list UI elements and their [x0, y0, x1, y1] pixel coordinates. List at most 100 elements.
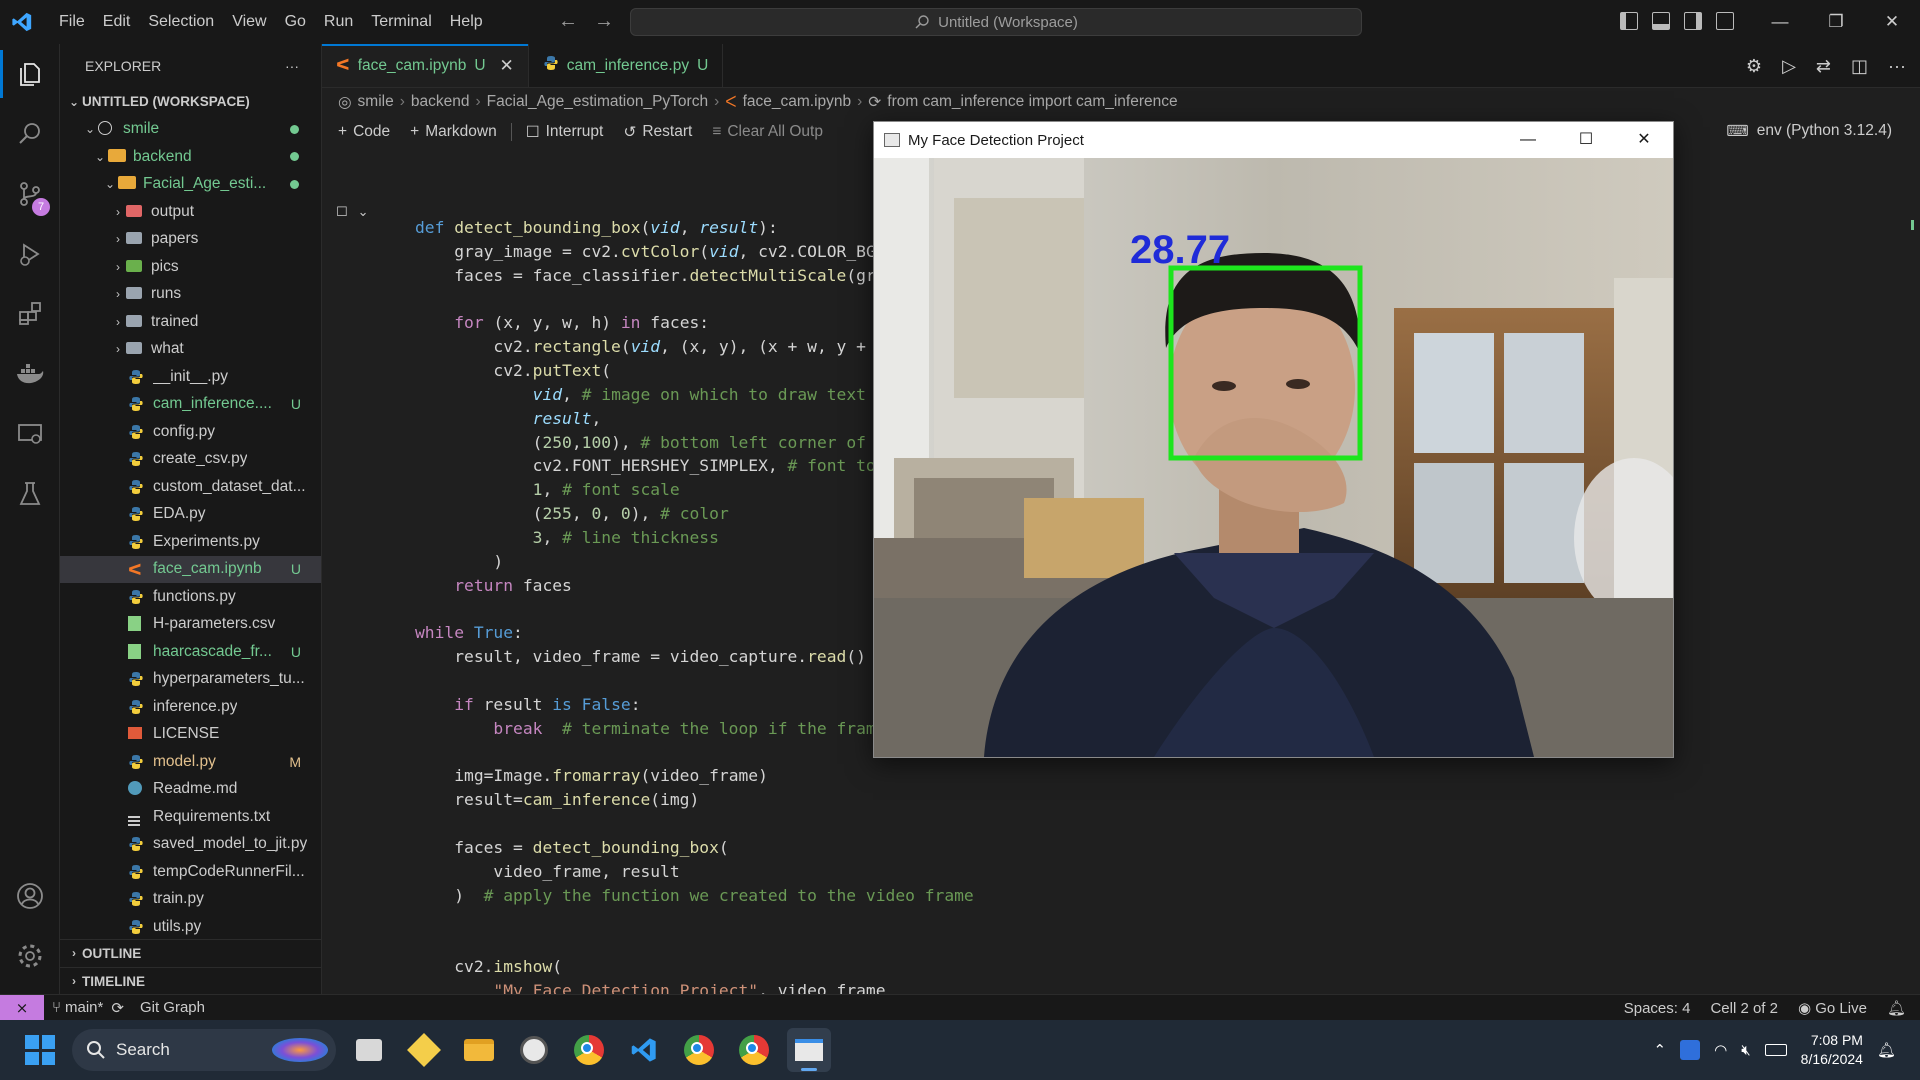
run-icon[interactable]: ▷: [1782, 56, 1796, 77]
menu-selection[interactable]: Selection: [139, 13, 223, 31]
breadcrumb-item[interactable]: Facial_Age_estimation_PyTorch: [487, 93, 708, 111]
split-editor-icon[interactable]: ◫: [1851, 56, 1868, 77]
tree-item[interactable]: hyperparameters_tu...: [60, 666, 321, 694]
breadcrumb-item[interactable]: face_cam.ipynb: [743, 93, 852, 111]
toggle-secondary-sidebar-icon[interactable]: [1684, 12, 1702, 30]
tab-cam-inference[interactable]: cam_inference.py U: [529, 44, 724, 87]
back-arrow-icon[interactable]: ←: [558, 10, 578, 33]
tab-face-cam[interactable]: ᐸ face_cam.ipynb U ✕: [322, 44, 529, 87]
cell-status[interactable]: Cell 2 of 2: [1710, 1000, 1778, 1017]
tree-item[interactable]: tempCodeRunnerFil...: [60, 858, 321, 886]
close-icon[interactable]: ✕: [1615, 122, 1673, 158]
menu-go[interactable]: Go: [276, 13, 315, 31]
tree-item[interactable]: EDA.py: [60, 501, 321, 529]
go-live-button[interactable]: ◉ Go Live: [1798, 999, 1867, 1017]
chrome-profile-icon[interactable]: [677, 1028, 721, 1072]
compare-icon[interactable]: ⇄: [1816, 56, 1831, 77]
tree-item[interactable]: H-parameters.csv: [60, 611, 321, 639]
forward-arrow-icon[interactable]: →: [594, 10, 614, 33]
add-markdown-button[interactable]: + Markdown: [400, 123, 507, 141]
explorer-icon[interactable]: [0, 44, 60, 104]
minimize-icon[interactable]: —: [1499, 122, 1557, 158]
outline-section[interactable]: › OUTLINE: [60, 939, 321, 967]
notification-bell-icon[interactable]: 🔔︎: [1877, 1041, 1896, 1059]
clock[interactable]: 7:08 PM 8/16/2024: [1801, 1031, 1863, 1069]
tree-item[interactable]: functions.py: [60, 583, 321, 611]
tree-item[interactable]: __init__.py: [60, 363, 321, 391]
extensions-icon[interactable]: [0, 284, 60, 344]
tree-item[interactable]: ⌄ Facial_Age_esti...: [60, 171, 321, 199]
breadcrumb-item[interactable]: backend: [411, 93, 470, 111]
menu-view[interactable]: View: [223, 13, 275, 31]
tree-item[interactable]: create_csv.py: [60, 446, 321, 474]
accounts-icon[interactable]: [0, 866, 60, 926]
clock-app-icon[interactable]: [512, 1028, 556, 1072]
menu-file[interactable]: File: [50, 13, 94, 31]
search-activity-icon[interactable]: [0, 104, 60, 164]
menu-help[interactable]: Help: [441, 13, 492, 31]
wifi-icon[interactable]: ◠: [1714, 1041, 1727, 1059]
clear-outputs-button[interactable]: ≡ Clear All Outp: [702, 123, 833, 141]
restart-button[interactable]: ↺ Restart: [613, 123, 702, 142]
tree-item[interactable]: ⌄ backend: [60, 143, 321, 171]
command-center[interactable]: Untitled (Workspace): [630, 8, 1362, 36]
tree-item[interactable]: inference.py: [60, 693, 321, 721]
tree-item[interactable]: ᐸ face_cam.ipynb U: [60, 555, 321, 583]
tree-item[interactable]: ⌄ smile: [60, 116, 321, 144]
notifications-bell-icon[interactable]: 🔔︎: [1887, 999, 1906, 1017]
maximize-icon[interactable]: ☐: [1557, 122, 1615, 158]
branch-name[interactable]: main*: [65, 999, 103, 1016]
opencv-window-taskbar-icon[interactable]: [787, 1028, 831, 1072]
tree-item[interactable]: config.py: [60, 418, 321, 446]
windows-start-icon[interactable]: [20, 1030, 60, 1070]
tree-item[interactable]: Readme.md: [60, 776, 321, 804]
chrome-icon[interactable]: [567, 1028, 611, 1072]
close-icon[interactable]: ✕: [1864, 0, 1920, 44]
tree-item[interactable]: › trained: [60, 308, 321, 336]
settings-gear-icon[interactable]: [0, 926, 60, 986]
tree-item[interactable]: cam_inference.... U: [60, 391, 321, 419]
interrupt-button[interactable]: ☐ Interrupt: [516, 123, 614, 142]
git-graph-button[interactable]: Git Graph: [140, 999, 205, 1016]
run-debug-icon[interactable]: [0, 224, 60, 284]
explorer-more-icon[interactable]: ···: [285, 58, 299, 74]
menu-run[interactable]: Run: [315, 13, 362, 31]
toggle-panel-icon[interactable]: [1652, 12, 1670, 30]
tray-app-icon[interactable]: [1680, 1040, 1701, 1060]
cell-checkbox-icon[interactable]: ☐: [336, 204, 348, 220]
breadcrumb-item[interactable]: from cam_inference import cam_inference: [887, 93, 1177, 111]
tree-item[interactable]: › papers: [60, 226, 321, 254]
tree-item[interactable]: › pics: [60, 253, 321, 281]
chevron-down-icon[interactable]: ⌄: [358, 204, 369, 220]
remote-explorer-icon[interactable]: [0, 404, 60, 464]
kernel-picker[interactable]: ⌨ env (Python 3.12.4): [1726, 122, 1892, 141]
docker-icon[interactable]: [0, 344, 60, 404]
taskbar-search[interactable]: Search: [72, 1029, 336, 1071]
add-code-button[interactable]: + Code: [328, 123, 400, 141]
tree-item[interactable]: utils.py: [60, 913, 321, 941]
tree-item[interactable]: saved_model_to_jit.py: [60, 831, 321, 859]
gear-icon[interactable]: ⚙: [1746, 56, 1762, 77]
chrome-profile-icon[interactable]: [732, 1028, 776, 1072]
tree-item[interactable]: Experiments.py: [60, 528, 321, 556]
tree-item[interactable]: custom_dataset_dat...: [60, 473, 321, 501]
battery-icon[interactable]: [1764, 1044, 1787, 1056]
minimize-icon[interactable]: —: [1752, 0, 1808, 44]
tree-item[interactable]: model.py M: [60, 748, 321, 776]
chevron-up-icon[interactable]: ⌃: [1654, 1041, 1667, 1059]
toggle-sidebar-icon[interactable]: [1620, 12, 1638, 30]
testing-icon[interactable]: [0, 464, 60, 524]
tab-close-icon[interactable]: ✕: [500, 56, 514, 76]
indentation-status[interactable]: Spaces: 4: [1624, 1000, 1691, 1017]
file-explorer-icon[interactable]: [457, 1028, 501, 1072]
tree-item[interactable]: LICENSE: [60, 721, 321, 749]
source-control-icon[interactable]: 7: [0, 164, 60, 224]
volume-muted-icon[interactable]: 🔇︎: [1741, 1042, 1750, 1059]
tree-item[interactable]: › output: [60, 198, 321, 226]
menu-edit[interactable]: Edit: [94, 13, 140, 31]
face-detection-window[interactable]: My Face Detection Project — ☐ ✕ 28.77: [873, 121, 1674, 758]
task-view-icon[interactable]: [347, 1028, 391, 1072]
tree-item[interactable]: Requirements.txt: [60, 803, 321, 831]
timeline-section[interactable]: › TIMELINE: [60, 967, 321, 995]
breadcrumb-item[interactable]: smile: [358, 93, 394, 111]
